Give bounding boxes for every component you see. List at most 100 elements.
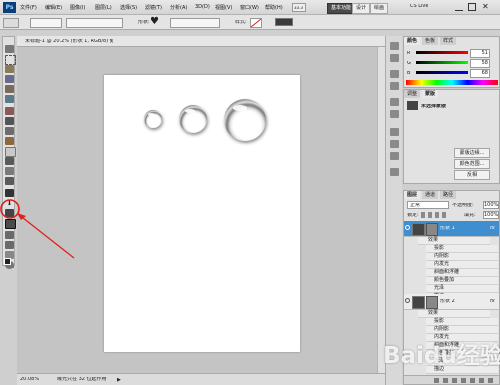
menu-image[interactable]: 图像(I) (70, 4, 85, 11)
effect-color-overlay[interactable]: 颜色叠加 (426, 277, 498, 285)
notes-panel-icon[interactable] (390, 168, 399, 176)
invert-button[interactable]: 反相 (454, 170, 490, 180)
blend-mode-select[interactable]: 正常 (407, 201, 449, 209)
zoom-combo[interactable]: 33.3 (292, 3, 306, 12)
history-brush-tool-icon[interactable] (5, 137, 14, 145)
layer-row-shape-2[interactable]: 形状 2 fx (404, 294, 499, 310)
tab-swatches[interactable]: 色板 (422, 37, 439, 45)
menu-file[interactable]: 文件(F) (20, 4, 37, 11)
red-slider[interactable] (416, 51, 468, 54)
workspace-design-button[interactable]: 设计 (352, 3, 371, 14)
maximize-button[interactable] (468, 3, 476, 11)
effect-drop-shadow[interactable]: 投影 (426, 318, 498, 326)
tab-paths[interactable]: 路径 (440, 191, 457, 199)
workspace-essentials-button[interactable]: 基本功能 (327, 3, 356, 14)
character-panel-icon[interactable] (390, 70, 399, 78)
document-tab[interactable]: 未标题-1 @ 20.2% (形状 1, RGB/8) * × (17, 36, 385, 47)
shape-mode-buttons[interactable] (30, 18, 62, 28)
tab-color[interactable]: 颜色 (404, 37, 421, 45)
small-bubble-shape[interactable] (144, 110, 162, 128)
layer-name[interactable]: 形状 1 (440, 226, 455, 231)
status-menu-arrow-icon[interactable]: ▶ (117, 377, 121, 383)
lock-buttons[interactable] (421, 212, 449, 218)
effect-inner-shadow[interactable]: 内阴影 (426, 253, 498, 261)
shape-tools-group[interactable] (66, 18, 123, 28)
cs-live-button[interactable]: CS Live (410, 4, 428, 9)
history-panel-icon[interactable] (390, 42, 399, 50)
info-panel-icon[interactable] (390, 140, 399, 148)
close-document-icon[interactable]: × (109, 38, 114, 45)
fx-icon[interactable]: fx (490, 299, 495, 304)
tab-layers[interactable]: 图层 (404, 191, 421, 199)
style-swatch[interactable] (250, 18, 262, 28)
marquee-tool-icon[interactable] (5, 55, 16, 65)
tab-adjustments[interactable]: 调整 (404, 90, 421, 98)
actions-panel-icon[interactable] (390, 54, 399, 62)
vertical-scrollbar[interactable] (377, 47, 385, 373)
effect-inner-shadow[interactable]: 内阴影 (426, 326, 498, 334)
color-swatch[interactable] (275, 18, 293, 26)
healing-brush-tool-icon[interactable] (5, 107, 14, 115)
red-value-field[interactable]: 51 (470, 49, 490, 58)
combine-mode-buttons[interactable] (170, 18, 220, 28)
blue-value-field[interactable]: 68 (470, 69, 490, 78)
opacity-field[interactable]: 100% (483, 201, 499, 209)
blur-tool-icon[interactable] (5, 167, 14, 175)
color-range-button[interactable]: 颜色范围... (454, 159, 490, 169)
large-bubble-shape[interactable] (224, 99, 266, 141)
brushes-panel-icon[interactable] (390, 98, 399, 106)
crop-tool-icon[interactable] (5, 85, 14, 93)
blue-slider[interactable] (416, 71, 468, 74)
effect-bevel-emboss[interactable]: 斜面和浮雕 (426, 269, 498, 277)
close-button[interactable]: ✕ (482, 2, 489, 12)
menu-select[interactable]: 选择(S) (120, 4, 137, 11)
green-value-field[interactable]: 58 (470, 59, 490, 68)
visibility-eye-icon[interactable] (405, 225, 410, 230)
document-info[interactable]: 曝光只在 32 位起作用 (57, 377, 107, 382)
mask-edge-button[interactable]: 蒙版边缘... (454, 148, 490, 158)
document-canvas[interactable] (104, 75, 300, 352)
lasso-tool-icon[interactable] (5, 65, 14, 73)
green-slider[interactable] (416, 61, 468, 64)
tab-masks[interactable]: 蒙版 (422, 90, 439, 98)
heart-shape-icon[interactable]: ♥ (150, 17, 159, 27)
layer-name[interactable]: 形状 2 (440, 299, 455, 304)
eyedropper-tool-icon[interactable] (5, 95, 14, 103)
menu-help[interactable]: 帮助(H) (265, 4, 283, 11)
paragraph-panel-icon[interactable] (390, 82, 399, 90)
tool-preset-picker[interactable] (3, 18, 19, 28)
menu-filter[interactable]: 滤镜(T) (145, 4, 162, 11)
tab-channels[interactable]: 通道 (422, 191, 439, 199)
menu-view[interactable]: 视图(V) (215, 4, 232, 11)
quick-select-tool-icon[interactable] (5, 75, 14, 83)
move-tool-icon[interactable] (5, 45, 14, 53)
clone-source-panel-icon[interactable] (390, 110, 399, 118)
navigator-panel-icon[interactable] (390, 152, 399, 160)
menu-window[interactable]: 窗口(W) (240, 4, 259, 11)
gradient-tool-icon[interactable] (5, 157, 14, 165)
fx-icon[interactable]: fx (490, 226, 495, 231)
zoom-level[interactable]: 20.08% (20, 377, 39, 382)
dodge-tool-icon[interactable] (5, 177, 14, 185)
minimize-button[interactable] (455, 4, 463, 11)
effect-satin[interactable]: 光泽 (426, 285, 498, 293)
eraser-tool-icon[interactable] (5, 147, 16, 157)
3d-panel-icon[interactable] (390, 128, 399, 136)
brush-tool-icon[interactable] (5, 117, 14, 125)
clone-stamp-tool-icon[interactable] (5, 127, 14, 135)
fill-field[interactable]: 100% (483, 211, 499, 219)
layer-row-shape-1[interactable]: 形状 1 fx (404, 221, 499, 237)
color-spectrum-bar[interactable] (406, 80, 498, 85)
menu-edit[interactable]: 编辑(E) (45, 4, 62, 11)
menu-analysis[interactable]: 分析(A) (170, 4, 187, 11)
effect-drop-shadow[interactable]: 投影 (426, 245, 498, 253)
medium-bubble-shape[interactable] (179, 105, 207, 133)
effects-row[interactable]: 效果 (418, 237, 490, 245)
effect-inner-glow[interactable]: 内发光 (426, 261, 498, 269)
workspace-painting-button[interactable]: 绘画 (370, 3, 389, 14)
layer-action-buttons[interactable] (434, 378, 494, 383)
menu-layer[interactable]: 图层(L) (95, 4, 112, 11)
tab-styles[interactable]: 样式 (440, 37, 457, 45)
menu-3d[interactable]: 3D(D) (195, 4, 210, 10)
visibility-eye-icon[interactable] (405, 298, 410, 303)
